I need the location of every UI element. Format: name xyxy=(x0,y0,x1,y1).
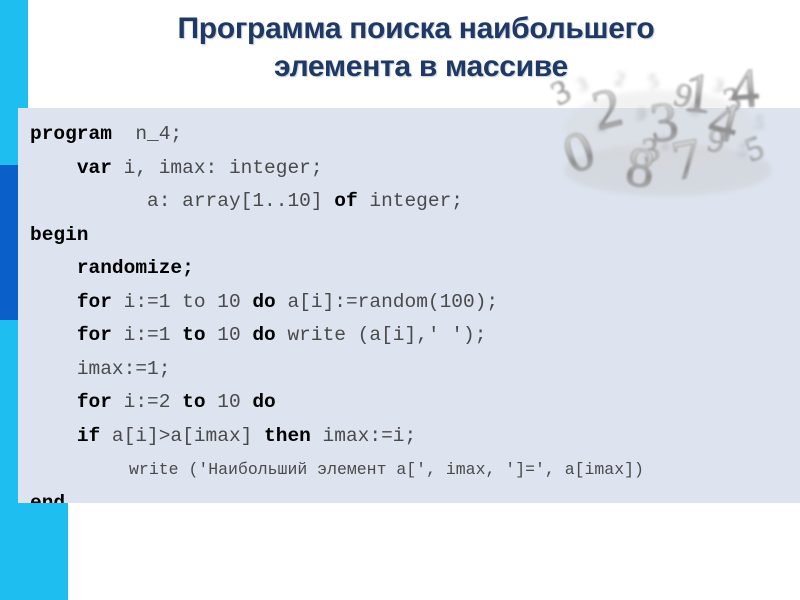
code-panel: program n_4; var i, imax: integer; a: ar… xyxy=(18,108,800,503)
code-keyword: randomize; xyxy=(76,257,194,279)
code-line: if a[i]>a[imax] then imax:=i; xyxy=(30,420,800,454)
pascal-code-listing: program n_4; var i, imax: integer; a: ar… xyxy=(18,118,800,503)
slide-title-line-1: Программа поиска наибольшего xyxy=(177,12,655,45)
code-keyword: for xyxy=(76,324,112,346)
code-text: imax:=i; xyxy=(310,424,417,447)
code-keyword: do xyxy=(252,290,276,313)
code-keyword: for xyxy=(76,391,112,413)
code-keyword: to xyxy=(182,324,206,346)
left-dark-blue-accent-inner xyxy=(0,165,18,320)
code-line: begin xyxy=(30,219,800,253)
code-text: a: array[1..10] xyxy=(147,190,335,212)
code-keyword: for xyxy=(76,290,112,313)
code-text: write (a[i],' '); xyxy=(275,324,487,346)
slide-title: Программа поиска наибольшего элемента в … xyxy=(70,10,770,87)
code-keyword: var xyxy=(76,156,112,179)
code-text: integer; xyxy=(357,190,463,212)
code-keyword: begin xyxy=(30,223,89,246)
code-line: for i:=1 to 10 do a[i]:=random(100); xyxy=(30,286,800,320)
slide-canvas: Программа поиска наибольшего элемента в … xyxy=(0,0,800,600)
code-keyword: end. xyxy=(30,491,77,504)
code-text: i, imax: integer; xyxy=(111,156,323,179)
code-text: 10 xyxy=(205,324,253,346)
code-text: imax:=1; xyxy=(76,357,171,380)
code-line: program n_4; xyxy=(30,118,800,152)
code-text: i:=1 xyxy=(111,324,183,346)
code-line: randomize; xyxy=(30,252,800,286)
code-keyword: of xyxy=(334,190,358,212)
code-line: imax:=1; xyxy=(30,353,800,387)
slide-title-line-2: элемента в массиве xyxy=(274,50,568,84)
code-text: a[i]:=random(100); xyxy=(275,290,499,313)
code-keyword: to xyxy=(182,391,206,413)
code-text: a[i]>a[imax] xyxy=(100,424,265,447)
code-line: a: array[1..10] of integer; xyxy=(30,185,800,219)
code-text: write ('Наибольший элемент a[', imax, ']… xyxy=(129,460,644,479)
code-keyword: if xyxy=(76,424,101,447)
code-keyword: then xyxy=(264,424,311,447)
code-text: 10 xyxy=(205,391,253,413)
code-line: for i:=2 to 10 do xyxy=(30,386,800,420)
code-keyword: do xyxy=(252,324,276,346)
code-keyword: do xyxy=(252,391,276,413)
left-cyan-rail-footer xyxy=(0,503,68,600)
code-line: end. xyxy=(30,487,800,504)
code-line: var i, imax: integer; xyxy=(30,152,800,186)
code-keyword: program xyxy=(30,123,112,145)
code-text: i:=2 xyxy=(111,391,183,413)
code-line: write ('Наибольший элемент a[', imax, ']… xyxy=(30,453,800,487)
code-text: i:=1 to 10 xyxy=(111,290,253,313)
code-line: for i:=1 to 10 do write (a[i],' '); xyxy=(30,319,800,353)
code-text: n_4; xyxy=(111,123,183,145)
